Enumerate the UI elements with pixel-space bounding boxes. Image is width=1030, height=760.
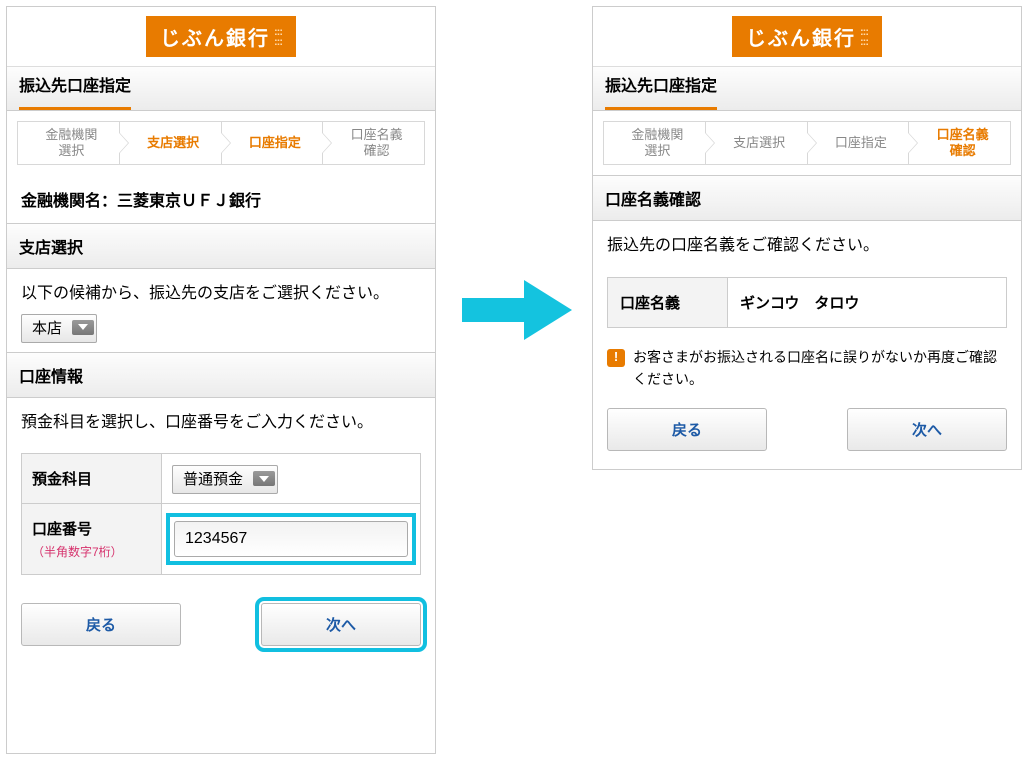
- branch-select[interactable]: 本店: [21, 317, 97, 338]
- button-row: 戻る 次へ: [7, 589, 435, 664]
- page-title-bar: 振込先口座指定: [593, 67, 1021, 111]
- step-branch: 支店選択: [706, 121, 808, 165]
- bank-logo: じぶん銀行 ::::::: [732, 16, 882, 57]
- screen-branch-account: じぶん銀行 :::::: 振込先口座指定 金融機関 選択 支店選択 口座指定 口…: [6, 6, 436, 754]
- step-account: 口座指定: [808, 121, 910, 165]
- page-title: 振込先口座指定: [19, 71, 131, 110]
- branch-prompt: 以下の候補から、振込先の支店をご選択ください。: [7, 269, 435, 317]
- step-branch: 支店選択: [120, 121, 222, 165]
- logo-text: じぶん銀行: [746, 22, 856, 51]
- account-name-value: ギンコウ タロウ: [728, 277, 1007, 327]
- page-title: 振込先口座指定: [605, 71, 717, 110]
- chevron-down-icon: [72, 320, 94, 335]
- step-account: 口座指定: [222, 121, 324, 165]
- step-name-confirm: 口座名義 確認: [909, 121, 1011, 165]
- step-bank: 金融機関 選択: [603, 121, 706, 165]
- deposit-type-select[interactable]: 普通預金: [172, 468, 278, 489]
- step-name-confirm: 口座名義 確認: [323, 121, 425, 165]
- confirm-section-title: 口座名義確認: [593, 175, 1021, 221]
- account-form-table: 預金科目 普通預金 口座番号 （半角数字7桁）: [21, 453, 421, 575]
- confirm-prompt: 振込先の口座名義をご確認ください。: [593, 221, 1021, 269]
- logo-decoration-icon: ::::::: [860, 27, 868, 47]
- account-name-label: 口座名義: [608, 277, 728, 327]
- notice: ! お客さまがお振込される口座名に誤りがないか再度ご確認ください。: [593, 336, 1021, 395]
- back-button[interactable]: 戻る: [21, 603, 181, 646]
- wizard-steps: 金融機関 選択 支店選択 口座指定 口座名義 確認: [593, 111, 1021, 175]
- header: じぶん銀行 ::::::: [7, 7, 435, 67]
- step-bank: 金融機関 選択: [17, 121, 120, 165]
- bank-logo: じぶん銀行 ::::::: [146, 16, 296, 57]
- header: じぶん銀行 ::::::: [593, 7, 1021, 67]
- account-prompt: 預金科目を選択し、口座番号をご入力ください。: [7, 398, 435, 446]
- arrow-right-icon: [462, 280, 572, 340]
- name-confirm-table: 口座名義 ギンコウ タロウ: [607, 277, 1007, 328]
- account-number-hint: （半角数字7桁）: [32, 543, 151, 560]
- wizard-steps: 金融機関 選択 支店選択 口座指定 口座名義 確認: [7, 111, 435, 175]
- bank-name-label: 金融機関名：三菱東京ＵＦＪ銀行: [7, 175, 435, 223]
- next-button[interactable]: 次へ: [847, 408, 1007, 451]
- notice-text: お客さまがお振込される口座名に誤りがないか再度ご確認ください。: [633, 346, 1007, 391]
- account-number-label: 口座番号 （半角数字7桁）: [22, 504, 162, 575]
- back-button[interactable]: 戻る: [607, 408, 767, 451]
- screen-name-confirm: じぶん銀行 :::::: 振込先口座指定 金融機関 選択 支店選択 口座指定 口…: [592, 6, 1022, 470]
- logo-decoration-icon: ::::::: [274, 27, 282, 47]
- branch-section-title: 支店選択: [7, 223, 435, 269]
- account-number-input[interactable]: [174, 521, 408, 557]
- account-section-title: 口座情報: [7, 352, 435, 398]
- chevron-down-icon: [253, 471, 275, 486]
- button-row: 戻る 次へ: [593, 394, 1021, 469]
- warning-icon: !: [607, 349, 625, 367]
- logo-text: じぶん銀行: [160, 22, 270, 51]
- next-button[interactable]: 次へ: [261, 603, 421, 646]
- page-title-bar: 振込先口座指定: [7, 67, 435, 111]
- deposit-type-label: 預金科目: [22, 454, 162, 504]
